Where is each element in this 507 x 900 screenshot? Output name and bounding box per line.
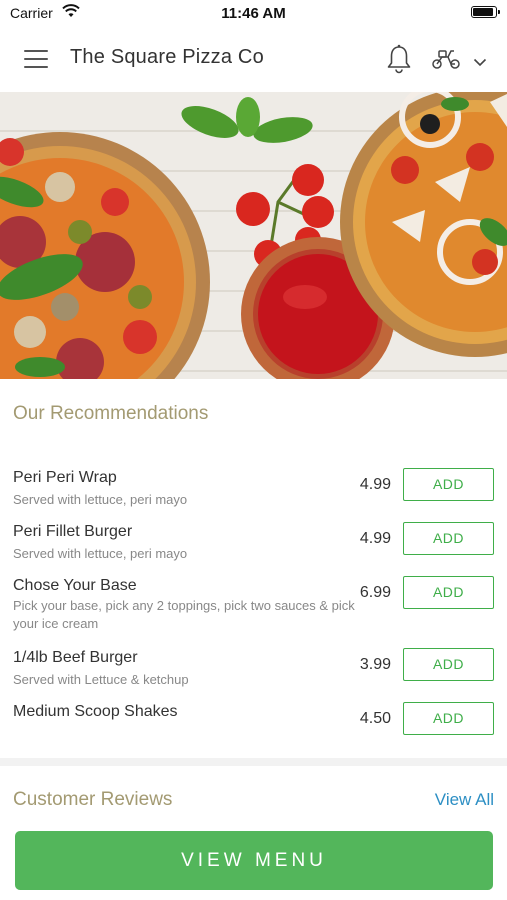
item-name: 1/4lb Beef Burger xyxy=(13,649,138,666)
view-all-link[interactable]: View All xyxy=(435,790,494,810)
item-description: Pick your base, pick any 2 toppings, pic… xyxy=(13,598,355,631)
recommendations-heading: Our Recommendations xyxy=(13,403,209,424)
hero-banner-image xyxy=(0,92,507,379)
item-price: 4.50 xyxy=(359,710,391,727)
item-description: Served with Lettuce & ketchup xyxy=(13,672,189,687)
battery-icon xyxy=(471,6,500,18)
add-button[interactable]: ADD xyxy=(403,576,494,609)
header-bar: The Square Pizza Co xyxy=(0,26,507,92)
add-button[interactable]: ADD xyxy=(403,702,494,735)
clock: 11:46 AM xyxy=(221,5,286,22)
item-price: 4.99 xyxy=(359,476,391,493)
hamburger-menu-icon[interactable] xyxy=(24,50,48,68)
item-name: Peri Peri Wrap xyxy=(13,469,117,486)
bell-icon[interactable] xyxy=(386,44,412,79)
status-bar: Carrier 11:46 AM xyxy=(0,0,507,26)
add-button[interactable]: ADD xyxy=(403,648,494,681)
item-price: 3.99 xyxy=(359,656,391,673)
item-name: Peri Fillet Burger xyxy=(13,523,133,540)
add-button[interactable]: ADD xyxy=(403,468,494,501)
item-description: Served with lettuce, peri mayo xyxy=(13,546,188,561)
page-title: The Square Pizza Co xyxy=(70,46,264,68)
add-button[interactable]: ADD xyxy=(403,522,494,555)
view-menu-button[interactable]: VIEW MENU xyxy=(15,831,493,890)
reviews-heading: Customer Reviews xyxy=(13,789,173,810)
chevron-down-icon[interactable] xyxy=(473,54,487,72)
section-divider xyxy=(0,758,507,766)
item-price: 4.99 xyxy=(359,530,391,547)
item-price: 6.99 xyxy=(359,584,391,601)
item-name: Chose Your Base xyxy=(13,577,137,594)
item-description: Served with lettuce, peri mayo xyxy=(13,492,188,507)
scooter-icon[interactable] xyxy=(431,48,461,75)
item-name: Medium Scoop Shakes xyxy=(13,703,178,720)
